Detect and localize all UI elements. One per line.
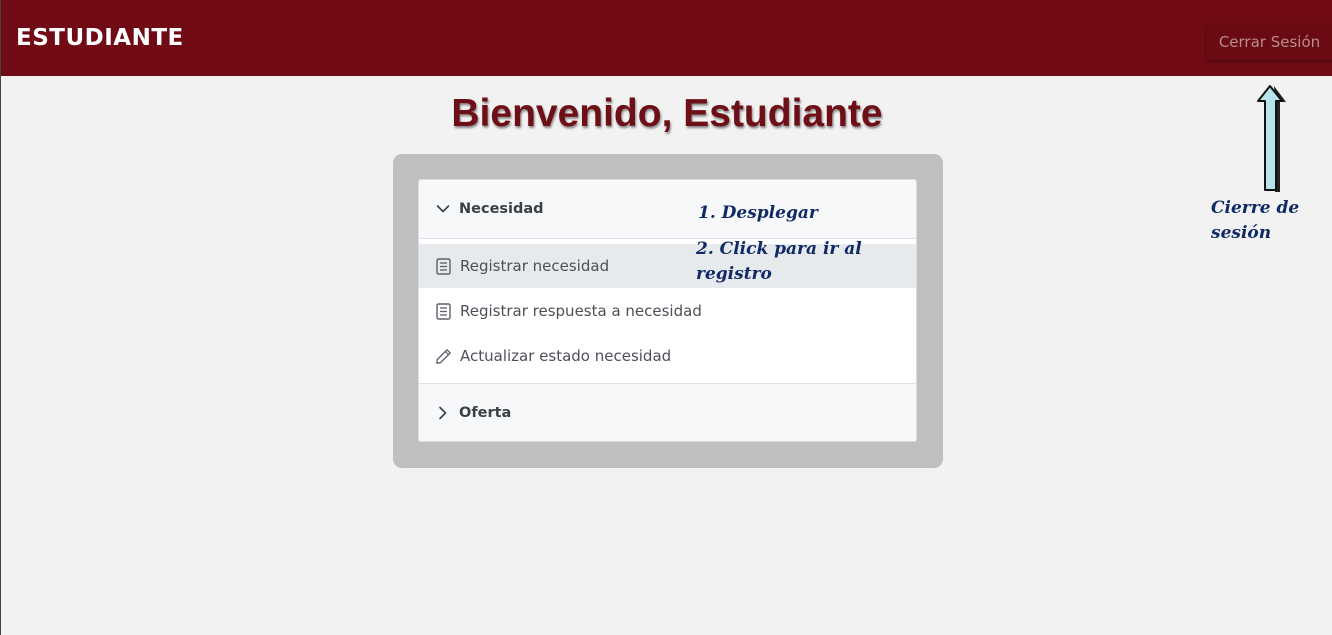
chevron-down-icon — [436, 205, 450, 213]
menu-item-label: Registrar necesidad — [460, 257, 610, 275]
menu-item-actualizar-estado[interactable]: Actualizar estado necesidad — [419, 334, 916, 378]
menu-item-label: Actualizar estado necesidad — [460, 347, 672, 365]
menu-item-registrar-respuesta[interactable]: Registrar respuesta a necesidad — [419, 289, 916, 333]
pencil-icon — [436, 349, 451, 364]
menu-panel: Necesidad Registrar necesidad Registrar … — [393, 154, 943, 468]
up-arrow-icon — [1257, 85, 1286, 192]
annotation-logout-note: Cierre de sesión — [1211, 198, 1300, 243]
annotation-step-1: 1. Desplegar — [698, 203, 818, 223]
accordion-menu: Necesidad Registrar necesidad Registrar … — [418, 179, 917, 442]
chevron-right-icon — [439, 406, 447, 420]
annotation-step-2: 2. Click para ir al registro — [696, 239, 862, 284]
accordion-header-label: Oferta — [459, 405, 512, 421]
accordion-header-label: Necesidad — [459, 201, 544, 217]
app-brand: ESTUDIANTE — [16, 25, 184, 51]
top-navbar: ESTUDIANTE Cerrar Sesión — [1, 0, 1332, 76]
document-icon — [436, 303, 451, 320]
accordion-header-oferta[interactable]: Oferta — [419, 383, 916, 441]
document-icon — [436, 258, 451, 275]
logout-button[interactable]: Cerrar Sesión — [1206, 24, 1332, 60]
menu-item-label: Registrar respuesta a necesidad — [460, 302, 702, 320]
accordion-header-necesidad[interactable]: Necesidad — [419, 180, 916, 239]
page-title: Bienvenido, Estudiante — [451, 92, 883, 135]
